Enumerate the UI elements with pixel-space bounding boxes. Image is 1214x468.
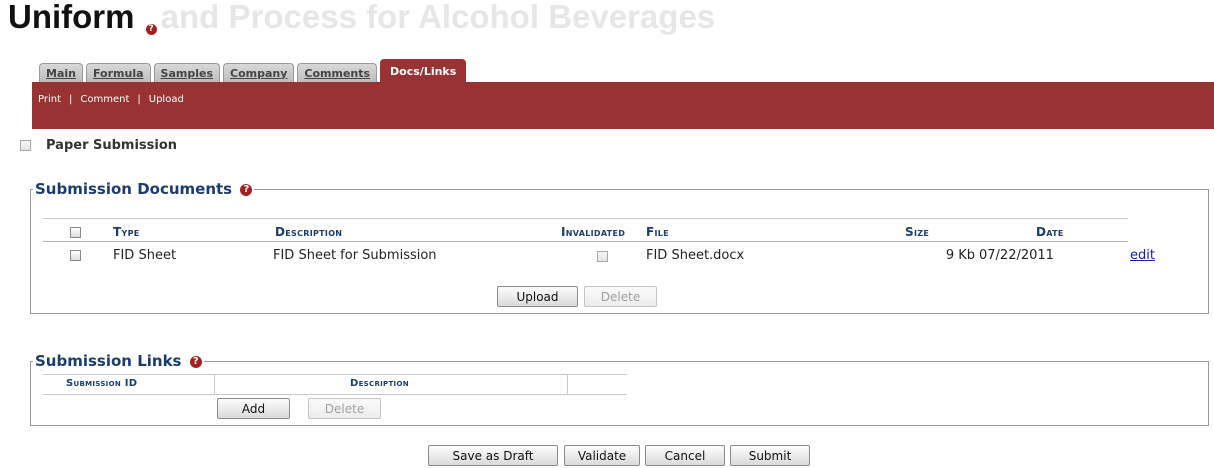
edit-link[interactable]: edit [1130, 248, 1155, 263]
submission-documents-title: Submission Documents [35, 180, 233, 198]
row-size: 9 Kb [945, 248, 975, 263]
row-type: FID Sheet [113, 248, 177, 263]
column-header-link-description[interactable]: Description [350, 378, 409, 389]
tab-docs-links[interactable]: Docs/Links [380, 59, 467, 82]
submission-links-section: Submission Links ? [30, 352, 1209, 426]
page-title-text: Uniform [8, 0, 135, 35]
tab-comments[interactable]: Comments [297, 63, 378, 82]
submission-links-legend: Submission Links ? [33, 352, 204, 370]
column-header-submission-id[interactable]: Submission ID [66, 378, 137, 389]
links-header-top-border [43, 374, 627, 375]
help-icon[interactable]: ? [189, 355, 202, 368]
row-file: FID Sheet.docx [646, 248, 745, 263]
help-icon[interactable]: ? [240, 183, 253, 196]
upload-link[interactable]: Upload [149, 94, 184, 105]
row-description: FID Sheet for Submission [273, 248, 437, 263]
paper-submission-label: Paper Submission [46, 138, 178, 153]
cancel-button[interactable]: Cancel [645, 445, 725, 466]
row-select-checkbox[interactable] [70, 250, 81, 261]
column-header-type[interactable]: Type [113, 225, 140, 239]
delete-link-button[interactable]: Delete [308, 398, 381, 419]
links-column-divider [567, 374, 568, 395]
page-title-faded-text: and Process for Alcohol Beverages [160, 0, 716, 35]
table-header-bottom-border [43, 241, 1128, 242]
page-title: Uniform ? and Process for Alcohol Beverag… [8, 0, 715, 36]
tab-bar: Main Formula Samples Company Comments Do… [39, 59, 469, 82]
validate-button[interactable]: Validate [564, 445, 640, 466]
toolbar-links: Print | Comment | Upload [38, 94, 184, 105]
paper-submission-row: Paper Submission [20, 138, 177, 153]
row-date: 07/22/2011 [979, 248, 1054, 263]
paper-submission-checkbox[interactable] [20, 140, 31, 151]
submission-links-title: Submission Links [35, 352, 182, 370]
tab-formula[interactable]: Formula [85, 63, 151, 82]
toolbar-separator: | [137, 94, 141, 105]
add-link-button[interactable]: Add [217, 398, 290, 419]
delete-document-button[interactable]: Delete [584, 286, 657, 307]
column-header-description[interactable]: Description [275, 225, 342, 239]
links-header-bottom-border [43, 394, 627, 395]
column-header-invalidated[interactable]: Invalidated [561, 225, 625, 239]
print-link[interactable]: Print [38, 94, 61, 105]
save-as-draft-button[interactable]: Save as Draft [428, 445, 558, 466]
toolbar-separator: | [69, 94, 73, 105]
table-header-top-border [43, 218, 1128, 219]
upload-button[interactable]: Upload [497, 286, 578, 307]
tab-main[interactable]: Main [39, 63, 83, 82]
select-all-checkbox[interactable] [70, 227, 81, 238]
comment-link[interactable]: Comment [80, 94, 129, 105]
column-header-size[interactable]: Size [905, 225, 929, 239]
row-invalidated-checkbox[interactable] [597, 251, 608, 262]
column-header-date[interactable]: Date [1036, 225, 1064, 239]
submission-documents-legend: Submission Documents ? [33, 180, 254, 198]
action-toolbar: Print | Comment | Upload [32, 82, 1214, 129]
links-column-divider [214, 374, 215, 395]
tab-company[interactable]: Company [223, 63, 295, 82]
help-icon[interactable]: ? [145, 24, 157, 35]
submit-button[interactable]: Submit [730, 445, 810, 466]
tab-samples[interactable]: Samples [153, 63, 220, 82]
column-header-file[interactable]: File [646, 225, 669, 239]
